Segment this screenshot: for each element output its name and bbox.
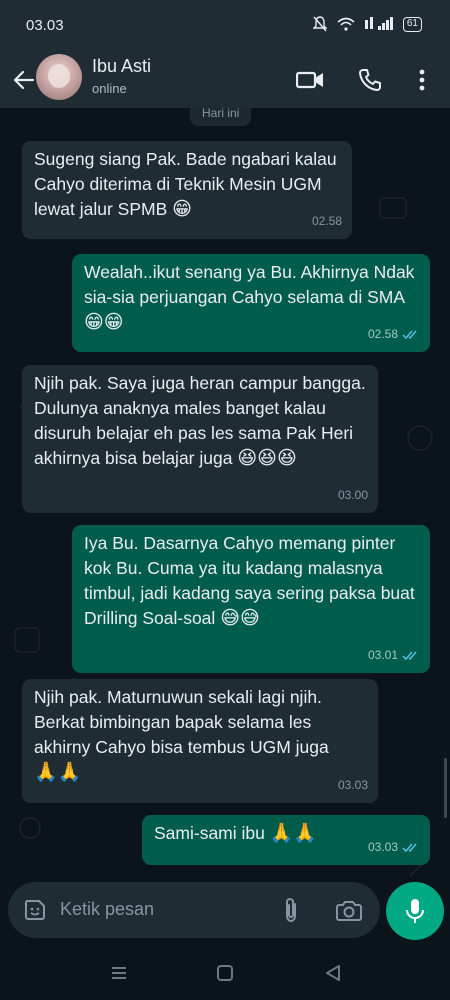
message-incoming[interactable]: Njih pak. Maturnuwun sekali lagi njih. B… xyxy=(22,679,378,803)
mic-icon xyxy=(406,899,424,923)
contact-status: online xyxy=(92,81,127,96)
message-emoji: 🙏🙏 xyxy=(269,823,318,844)
message-text: Njih pak. Saya juga heran campur bangga.… xyxy=(34,373,366,468)
navigation-bar xyxy=(0,944,450,1000)
more-menu-icon[interactable] xyxy=(406,64,438,96)
voice-call-icon[interactable] xyxy=(354,64,386,96)
message-text: Wealah..ikut senang ya Bu. Akhirnya Ndak… xyxy=(84,262,415,307)
message-text: Njih pak. Maturnuwun sekali lagi njih. B… xyxy=(34,687,329,757)
date-chip: Hari ini xyxy=(190,108,252,126)
message-outgoing[interactable]: Wealah..ikut senang ya Bu. Akhirnya Ndak… xyxy=(72,254,430,352)
message-emoji: 😁😁 xyxy=(84,312,124,333)
chat-header: Ibu Asti online xyxy=(0,52,450,108)
back-nav-icon[interactable] xyxy=(320,960,346,986)
message-text: Sami-sami ibu xyxy=(154,823,265,843)
message-time: 03.03 xyxy=(337,778,368,792)
composer-bar: Ketik pesan xyxy=(0,880,450,944)
mute-icon xyxy=(312,16,327,32)
scrollbar[interactable] xyxy=(444,758,447,818)
wifi-icon xyxy=(337,17,355,31)
message-time: 03.01 xyxy=(367,648,398,662)
message-incoming[interactable]: Sugeng siang Pak. Bade ngabari kalau Cah… xyxy=(22,141,352,239)
message-outgoing[interactable]: Sami-sami ibu 🙏🙏 03.03 xyxy=(142,815,430,865)
avatar[interactable] xyxy=(36,54,82,100)
message-emoji: 😁 xyxy=(172,199,192,220)
message-input-placeholder: Ketik pesan xyxy=(60,899,155,919)
status-icons: 61 xyxy=(312,16,422,32)
read-ticks-icon xyxy=(402,843,417,852)
read-ticks-icon xyxy=(402,330,417,339)
camera-icon[interactable] xyxy=(334,895,364,925)
message-emoji: 😆😆😆 xyxy=(237,448,297,469)
message-outgoing[interactable]: Iya Bu. Dasarnya Cahyo memang pinter kok… xyxy=(72,525,430,673)
mic-button[interactable] xyxy=(386,882,444,940)
home-icon[interactable] xyxy=(212,960,238,986)
recents-icon[interactable] xyxy=(106,960,132,986)
back-arrow-icon[interactable] xyxy=(8,64,40,96)
status-bar: 03.03 61 xyxy=(0,0,450,52)
read-ticks-icon xyxy=(402,651,417,660)
message-emoji: 🙏🙏 xyxy=(34,762,82,783)
message-emoji: 😅😅 xyxy=(220,608,260,629)
video-call-icon[interactable] xyxy=(294,64,326,96)
message-incoming[interactable]: Njih pak. Saya juga heran campur bangga.… xyxy=(22,365,378,513)
message-time: 02.58 xyxy=(367,327,398,341)
message-input[interactable]: Ketik pesan xyxy=(8,882,380,938)
message-time: 03.03 xyxy=(367,840,398,854)
message-time: 02.58 xyxy=(311,214,342,228)
battery-icon: 61 xyxy=(402,16,422,32)
message-time: 03.00 xyxy=(337,488,368,502)
chat-area[interactable]: Hari ini Sugeng siang Pak. Bade ngabari … xyxy=(0,108,450,880)
status-time: 03.03 xyxy=(26,17,64,34)
contact-name[interactable]: Ibu Asti xyxy=(92,56,151,77)
attach-icon[interactable] xyxy=(276,895,306,925)
sticker-icon[interactable] xyxy=(20,895,50,925)
signal-icon xyxy=(364,17,393,31)
